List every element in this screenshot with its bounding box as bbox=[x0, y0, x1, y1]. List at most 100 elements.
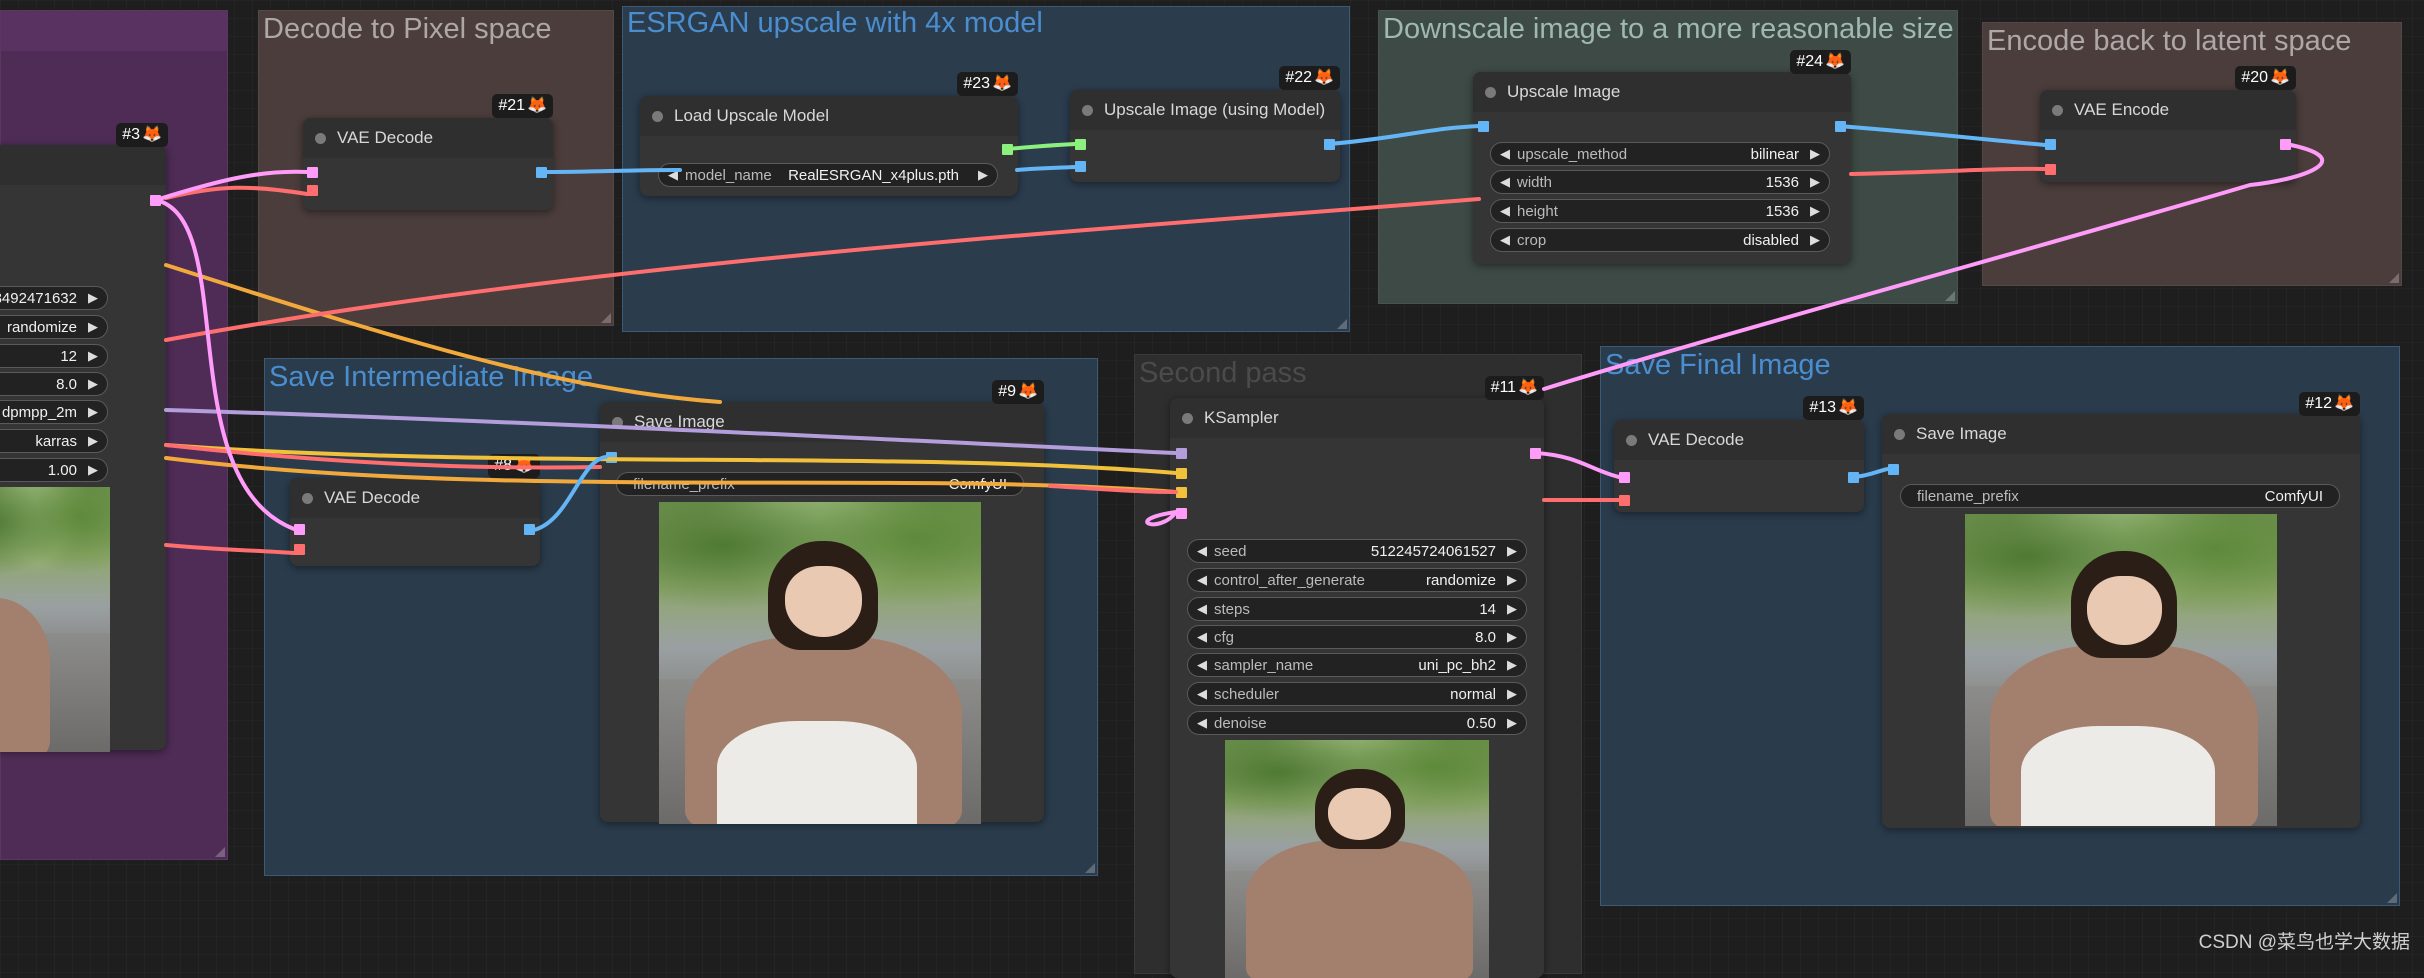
arrow-left-icon[interactable]: ◀ bbox=[1197, 543, 1207, 559]
samples-input-port[interactable] bbox=[1619, 472, 1630, 483]
upscale-image-using-model-node-22[interactable]: Upscale Image (using Model) #22 🦊 bbox=[1070, 66, 1340, 182]
collapse-dot[interactable] bbox=[652, 111, 663, 122]
node-header[interactable]: Save Image bbox=[1882, 414, 2360, 454]
seed-widget[interactable]: 2523492471632▶ bbox=[0, 286, 108, 310]
ksampler-node-11[interactable]: KSampler #11 🦊 ◀ seed 512245724061527 ▶ ◀ con… bbox=[1170, 376, 1544, 978]
arrow-right-icon[interactable]: ▶ bbox=[1810, 146, 1820, 162]
arrow-right-icon[interactable]: ▶ bbox=[1507, 572, 1517, 588]
node-header[interactable]: VAE Decode bbox=[303, 118, 553, 158]
arrow-right-icon[interactable]: ▶ bbox=[88, 433, 98, 449]
arrow-right-icon[interactable]: ▶ bbox=[1810, 174, 1820, 190]
node-header[interactable]: Upscale Image (using Model) bbox=[1070, 90, 1340, 130]
arrow-right-icon[interactable]: ▶ bbox=[1810, 232, 1820, 248]
arrow-right-icon[interactable]: ▶ bbox=[978, 167, 988, 183]
steps-widget[interactable]: 12 ▶ bbox=[0, 344, 108, 368]
denoise-widget[interactable]: ◀ denoise 0.50 ▶ bbox=[1187, 711, 1527, 735]
arrow-right-icon[interactable]: ▶ bbox=[1507, 686, 1517, 702]
collapse-dot[interactable] bbox=[1082, 105, 1093, 116]
arrow-right-icon[interactable]: ▶ bbox=[1810, 203, 1820, 219]
arrow-left-icon[interactable]: ◀ bbox=[1500, 174, 1510, 190]
scheduler-widget[interactable]: karras ▶ bbox=[0, 429, 108, 453]
width-widget[interactable]: ◀ width 1536 ▶ bbox=[1490, 170, 1830, 194]
collapse-dot[interactable] bbox=[1894, 429, 1905, 440]
vae-encode-node-20[interactable]: VAE Encode #20 🦊 bbox=[2040, 66, 2296, 182]
arrow-right-icon[interactable]: ▶ bbox=[1507, 657, 1517, 673]
arrow-right-icon[interactable]: ▶ bbox=[1507, 543, 1517, 559]
image-output-port[interactable] bbox=[536, 167, 547, 178]
image-input-port[interactable] bbox=[1075, 161, 1086, 172]
node-header[interactable]: Save Image bbox=[600, 402, 1044, 442]
samples-input-port[interactable] bbox=[294, 524, 305, 535]
vae-decode-node-21[interactable]: VAE Decode #21 🦊 bbox=[303, 94, 553, 210]
image-output-port[interactable] bbox=[1848, 472, 1859, 483]
arrow-right-icon[interactable]: ▶ bbox=[88, 290, 98, 306]
model-name-widget[interactable]: ◀ model_name RealESRGAN_x4plus.pth ▶ bbox=[658, 163, 998, 187]
save-image-node-12[interactable]: Save Image #12 🦊 filename_prefix ComfyUI bbox=[1882, 392, 2360, 828]
node-header[interactable]: Upscale Image bbox=[1473, 72, 1851, 112]
cfg-widget[interactable]: 8.0 ▶ bbox=[0, 372, 108, 396]
arrow-right-icon[interactable]: ▶ bbox=[88, 376, 98, 392]
cfg-widget[interactable]: ◀ cfg 8.0 ▶ bbox=[1187, 625, 1527, 649]
control-after-generate-widget[interactable]: ◀ control_after_generate randomize ▶ bbox=[1187, 568, 1527, 592]
arrow-left-icon[interactable]: ◀ bbox=[668, 167, 678, 183]
load-upscale-model-node-23[interactable]: Load Upscale Model #23 🦊 ◀ model_name Rea… bbox=[640, 72, 1018, 196]
arrow-left-icon[interactable]: ◀ bbox=[1197, 686, 1207, 702]
image-input-port[interactable] bbox=[1478, 121, 1489, 132]
node-header[interactable]: VAE Decode bbox=[290, 478, 540, 518]
positive-input-port[interactable] bbox=[1176, 468, 1187, 479]
arrow-right-icon[interactable]: ▶ bbox=[88, 319, 98, 335]
image-output-port[interactable] bbox=[1835, 121, 1846, 132]
collapse-dot[interactable] bbox=[315, 133, 326, 144]
filename-prefix-input[interactable]: filename_prefix ComfyUI bbox=[616, 472, 1024, 496]
group-resize-handle[interactable] bbox=[1337, 319, 1347, 329]
sampler-widget[interactable]: dpmpp_2m ▶ bbox=[0, 400, 108, 424]
filename-prefix-input[interactable]: filename_prefix ComfyUI bbox=[1900, 484, 2340, 508]
collapse-dot[interactable] bbox=[612, 417, 623, 428]
arrow-left-icon[interactable]: ◀ bbox=[1197, 629, 1207, 645]
model-input-port[interactable] bbox=[1176, 448, 1187, 459]
crop-widget[interactable]: ◀ crop disabled ▶ bbox=[1490, 228, 1830, 252]
arrow-left-icon[interactable]: ◀ bbox=[1500, 146, 1510, 162]
collapse-dot[interactable] bbox=[1626, 435, 1637, 446]
node-header[interactable]: KSampler bbox=[1170, 398, 1544, 438]
group-resize-handle[interactable] bbox=[1945, 291, 1955, 301]
denoise-widget[interactable]: 1.00 ▶ bbox=[0, 458, 108, 482]
samples-input-port[interactable] bbox=[307, 167, 318, 178]
arrow-right-icon[interactable]: ▶ bbox=[88, 462, 98, 478]
sampler-name-widget[interactable]: ◀ sampler_name uni_pc_bh2 ▶ bbox=[1187, 653, 1527, 677]
steps-widget[interactable]: ◀ steps 14 ▶ bbox=[1187, 597, 1527, 621]
latent-output-port[interactable] bbox=[150, 195, 161, 206]
arrow-left-icon[interactable]: ◀ bbox=[1197, 715, 1207, 731]
vae-input-port[interactable] bbox=[307, 185, 318, 196]
arrow-left-icon[interactable]: ◀ bbox=[1197, 601, 1207, 617]
seed-widget[interactable]: ◀ seed 512245724061527 ▶ bbox=[1187, 539, 1527, 563]
group-resize-handle[interactable] bbox=[2389, 273, 2399, 283]
group-resize-handle[interactable] bbox=[215, 847, 225, 857]
image-output-port[interactable] bbox=[524, 524, 535, 535]
scheduler-widget[interactable]: ◀ scheduler normal ▶ bbox=[1187, 682, 1527, 706]
upscale-model-input-port[interactable] bbox=[1075, 139, 1086, 150]
node-header[interactable]: VAE Encode bbox=[2040, 90, 2296, 130]
group-resize-handle[interactable] bbox=[2387, 893, 2397, 903]
node-header[interactable] bbox=[0, 145, 166, 185]
upscale-method-widget[interactable]: ◀ upscale_method bilinear ▶ bbox=[1490, 142, 1830, 166]
node-header[interactable]: VAE Decode bbox=[1614, 420, 1864, 460]
vae-input-port[interactable] bbox=[1619, 495, 1630, 506]
group-resize-handle[interactable] bbox=[601, 313, 611, 323]
latent-image-input-port[interactable] bbox=[1176, 508, 1187, 519]
vae-decode-node-8[interactable]: VAE Decode #8 🦊 bbox=[290, 454, 540, 566]
arrow-right-icon[interactable]: ▶ bbox=[88, 404, 98, 420]
arrow-left-icon[interactable]: ◀ bbox=[1197, 572, 1207, 588]
arrow-left-icon[interactable]: ◀ bbox=[1197, 657, 1207, 673]
upscale-model-output-port[interactable] bbox=[1002, 144, 1013, 155]
latent-output-port[interactable] bbox=[2280, 139, 2291, 150]
arrow-right-icon[interactable]: ▶ bbox=[1507, 601, 1517, 617]
collapse-dot[interactable] bbox=[1485, 87, 1496, 98]
arrow-left-icon[interactable]: ◀ bbox=[1500, 203, 1510, 219]
vae-decode-node-13[interactable]: VAE Decode #13 🦊 bbox=[1614, 396, 1864, 512]
pixels-input-port[interactable] bbox=[2045, 139, 2056, 150]
collapse-dot[interactable] bbox=[302, 493, 313, 504]
ksampler-node-3[interactable]: #3🦊 2523492471632▶ randomize▶ 12▶ 8.0▶ d… bbox=[0, 123, 168, 752]
latent-output-port[interactable] bbox=[1530, 448, 1541, 459]
negative-input-port[interactable] bbox=[1176, 487, 1187, 498]
